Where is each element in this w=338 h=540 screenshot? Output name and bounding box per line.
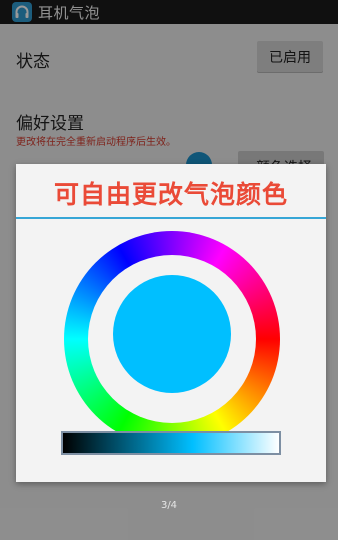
dialog-title: 可自由更改气泡颜色 [53,180,288,209]
color-picker-dialog: 可自由更改气泡颜色 [16,164,326,482]
screen: 耳机气泡 状态 已启用 偏好设置 更改将在完全重新启动程序后生效。 颜色选择器 … [0,0,338,540]
page-indicator: 3/4 [160,500,178,511]
dialog-header: 可自由更改气泡颜色 [16,164,326,218]
dialog-divider [16,217,326,219]
brightness-slider[interactable] [61,431,281,455]
selected-color-preview[interactable] [113,275,231,393]
